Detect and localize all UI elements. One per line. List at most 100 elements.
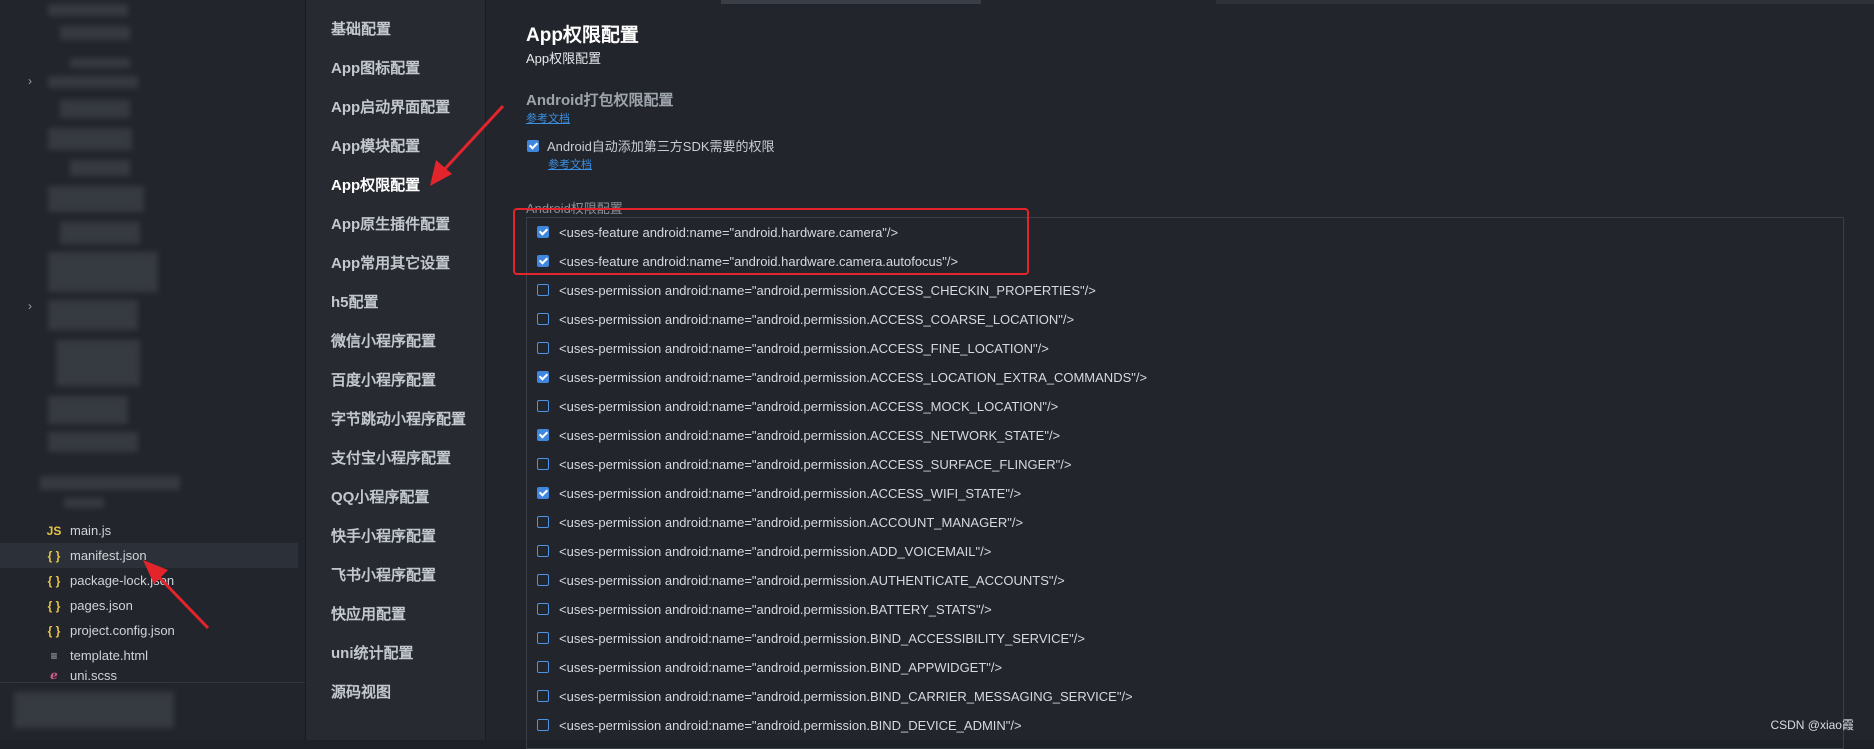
nav-item-quickapp[interactable]: 快应用配置 [331,603,406,624]
file-name: package-lock.json [70,573,175,588]
permission-row[interactable]: <uses-permission android:name="android.p… [527,509,1827,535]
permission-row[interactable]: <uses-permission android:name="android.p… [527,422,1827,448]
html-file-icon: ≡ [50,648,58,663]
checkbox[interactable] [527,139,539,152]
nav-item-source-view[interactable]: 源码视图 [331,681,391,702]
permission-row[interactable]: <uses-permission android:name="android.p… [527,306,1827,332]
permission-row[interactable]: <uses-permission android:name="android.p… [527,538,1827,564]
blurred-tree-item [48,300,138,330]
permission-row[interactable]: <uses-feature android:name="android.hard… [527,248,1827,274]
permission-checkbox[interactable] [537,342,549,354]
blurred-tree-item [48,186,144,212]
nav-item-app-modules[interactable]: App模块配置 [331,135,420,156]
permission-row[interactable]: <uses-permission android:name="android.p… [527,335,1827,361]
permission-row[interactable]: <uses-permission android:name="android.p… [527,567,1827,593]
nav-item-alipay-mp[interactable]: 支付宝小程序配置 [331,447,451,468]
file-explorer: › › JS main.js { } manifest.json { } pac… [0,0,306,740]
doc-link[interactable]: 参考文档 [526,110,570,126]
permission-row[interactable]: <uses-permission android:name="android.p… [527,364,1827,390]
file-name: manifest.json [70,548,147,563]
permission-text: <uses-permission android:name="android.p… [559,717,1022,733]
permission-row[interactable]: <uses-permission android:name="android.p… [527,625,1827,651]
divider [0,682,305,683]
permission-checkbox[interactable] [537,487,549,499]
nav-item-app-permissions[interactable]: App权限配置 [331,174,420,195]
main-panel: App权限配置 App权限配置 Android打包权限配置 参考文档 Andro… [486,0,1874,749]
permission-checkbox[interactable] [537,429,549,441]
scss-file-icon: ℯ [50,668,58,682]
permission-text: <uses-permission android:name="android.p… [559,601,992,617]
permission-text: <uses-permission android:name="android.p… [559,311,1075,327]
permission-checkbox[interactable] [537,574,549,586]
blurred-tree-item [40,476,180,490]
nav-item-app-native-plugins[interactable]: App原生插件配置 [331,213,450,234]
permission-checkbox[interactable] [537,632,549,644]
permission-checkbox[interactable] [537,516,549,528]
permission-checkbox[interactable] [537,284,549,296]
chevron-right-icon[interactable]: › [28,299,32,313]
permission-text: <uses-permission android:name="android.p… [559,688,1133,704]
file-name: project.config.json [70,623,175,638]
permission-checkbox[interactable] [537,255,549,267]
blurred-tree-item [48,76,138,88]
nav-item-baidu-mp[interactable]: 百度小程序配置 [331,369,436,390]
page-subtitle: App权限配置 [526,51,602,66]
file-item-pages-json[interactable]: { } pages.json [0,593,298,618]
json-file-icon: { } [47,598,61,613]
permission-row[interactable]: <uses-permission android:name="android.p… [527,596,1827,622]
file-item-package-lock-json[interactable]: { } package-lock.json [0,568,298,593]
permission-text: <uses-feature android:name="android.hard… [559,253,959,269]
permission-checkbox[interactable] [537,226,549,238]
permission-text: <uses-feature android:name="android.hard… [559,224,899,240]
permission-row[interactable]: <uses-permission android:name="android.p… [527,277,1827,303]
file-name: uni.scss [70,668,117,683]
permission-text: <uses-permission android:name="android.p… [559,630,1085,646]
nav-item-lark-mp[interactable]: 飞书小程序配置 [331,564,436,585]
chevron-right-icon[interactable]: › [28,74,32,88]
nav-item-kuaishou-mp[interactable]: 快手小程序配置 [331,525,436,546]
permission-row[interactable]: <uses-permission android:name="android.p… [527,683,1827,709]
nav-item-qq-mp[interactable]: QQ小程序配置 [331,486,429,507]
blurred-tree-item [48,432,138,452]
permission-row[interactable]: <uses-feature android:name="android.hard… [527,219,1827,245]
permission-checkbox[interactable] [537,719,549,731]
permission-row[interactable]: <uses-permission android:name="android.p… [527,451,1827,477]
nav-item-uni-stat[interactable]: uni统计配置 [331,642,414,663]
file-item-manifest-json[interactable]: { } manifest.json [0,543,298,568]
auto-sdk-permission-option[interactable]: Android自动添加第三方SDK需要的权限 [527,136,775,155]
blurred-tree-item [14,692,174,728]
permission-checkbox[interactable] [537,400,549,412]
blurred-tree-item [56,340,140,386]
file-name: template.html [70,648,149,663]
tab-strip [721,0,981,4]
permission-text: <uses-permission android:name="android.p… [559,398,1059,414]
nav-item-app-splash[interactable]: App启动界面配置 [331,96,450,117]
permission-checkbox[interactable] [537,603,549,615]
permission-checkbox[interactable] [537,371,549,383]
nav-item-weixin-mp[interactable]: 微信小程序配置 [331,330,436,351]
nav-item-basic[interactable]: 基础配置 [331,18,391,39]
permission-row[interactable]: <uses-permission android:name="android.p… [527,654,1827,680]
nav-item-app-other-settings[interactable]: App常用其它设置 [331,252,450,273]
file-item-project-config-json[interactable]: { } project.config.json [0,618,298,643]
permission-checkbox[interactable] [537,545,549,557]
auto-sdk-doc-link[interactable]: 参考文档 [548,156,592,172]
nav-item-app-icon[interactable]: App图标配置 [331,57,420,78]
permission-checkbox[interactable] [537,661,549,673]
nav-item-h5[interactable]: h5配置 [331,291,379,312]
permission-row[interactable]: <uses-permission android:name="android.p… [527,712,1827,738]
permission-text: <uses-permission android:name="android.p… [559,427,1061,443]
permission-checkbox[interactable] [537,690,549,702]
json-file-icon: { } [47,623,61,638]
watermark: CSDN @xiao霞 [1770,718,1854,732]
file-item-main-js[interactable]: JS main.js [0,518,298,543]
permission-checkbox[interactable] [537,458,549,470]
permission-checkbox[interactable] [537,313,549,325]
permission-row[interactable]: <uses-permission android:name="android.p… [527,480,1827,506]
tab-strip [1216,0,1874,4]
file-item-template-html[interactable]: ≡ template.html [0,643,298,668]
permission-row[interactable]: <uses-permission android:name="android.p… [527,393,1827,419]
nav-item-toutiao-mp[interactable]: 字节跳动小程序配置 [331,408,466,429]
json-file-icon: { } [47,573,61,588]
section-title: Android打包权限配置 [526,92,674,109]
